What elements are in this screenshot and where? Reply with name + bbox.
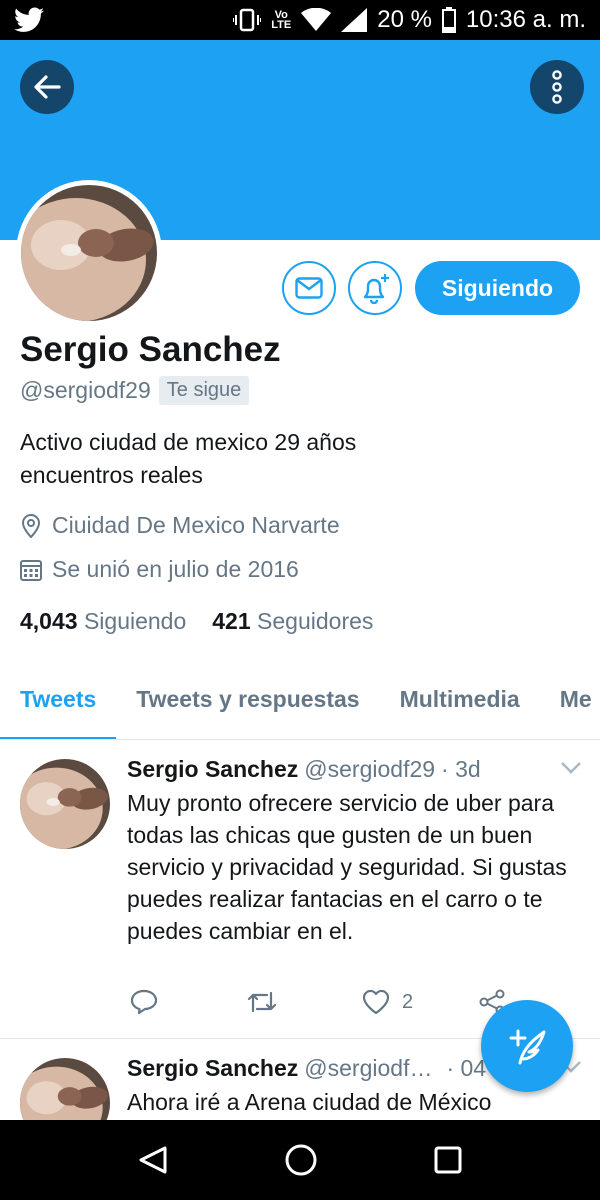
- tab-tweets-replies[interactable]: Tweets y respuestas: [116, 668, 379, 739]
- tweet-author-name: Sergio Sanchez: [127, 1055, 299, 1081]
- clock: 10:36 a. m.: [465, 6, 586, 33]
- bio-line: Activo ciudad de mexico 29 años: [20, 429, 357, 455]
- arrow-left-icon: [34, 75, 61, 99]
- profile-avatar[interactable]: [16, 180, 162, 326]
- retweet-button[interactable]: [246, 989, 362, 1015]
- followers-count: 421: [212, 608, 251, 634]
- profile-name: Sergio Sanchez: [20, 330, 281, 369]
- joined-text: Se unió en julio de 2016: [52, 556, 299, 582]
- tweet-header: Sergio Sanchez @sergiodf29 · 3d: [127, 756, 481, 783]
- system-nav-bar: [0, 1120, 600, 1200]
- battery-icon: [441, 7, 456, 33]
- envelope-icon: [295, 277, 323, 299]
- reply-icon: [130, 989, 158, 1015]
- nav-home-icon[interactable]: [284, 1143, 318, 1177]
- bell-plus-icon: [363, 274, 389, 304]
- profile-bio: Activo ciudad de mexico 29 años encuentr…: [20, 426, 580, 492]
- avatar-image: [20, 759, 110, 849]
- reply-button[interactable]: [130, 989, 246, 1015]
- signal-icon: [341, 8, 368, 32]
- following-count-link[interactable]: 4,043 Siguiendo: [20, 608, 186, 635]
- wifi-icon: [301, 8, 332, 32]
- following-button[interactable]: Siguiendo: [415, 261, 580, 315]
- tweet-avatar[interactable]: [20, 759, 110, 849]
- profile-joined: Se unió en julio de 2016: [20, 556, 299, 583]
- status-bar: Vo LTE 20 % 10:36 a. m.: [0, 0, 600, 40]
- calendar-icon: [20, 559, 42, 581]
- handle-row: @sergiodf29 Te sigue: [20, 376, 250, 405]
- volte-icon: Vo LTE: [271, 10, 292, 31]
- tweet-time: · 3d: [441, 756, 481, 782]
- chevron-down-icon[interactable]: [560, 761, 582, 775]
- tweet-time: · 04: [446, 1055, 487, 1081]
- tweet-avatar[interactable]: [20, 1058, 110, 1120]
- compose-tweet-button[interactable]: [481, 1000, 573, 1092]
- volte-bottom-text: LTE: [271, 19, 292, 31]
- message-button[interactable]: [282, 261, 336, 315]
- more-vertical-icon: [552, 70, 562, 104]
- profile-location: Ciuidad De Mexico Narvarte: [20, 512, 340, 539]
- tab-likes[interactable]: Me: [540, 668, 600, 739]
- like-button[interactable]: 2: [362, 989, 478, 1015]
- avatar-image: [21, 185, 157, 321]
- follow-counts: 4,043 Siguiendo 421 Seguidores: [20, 608, 373, 635]
- tweet-text: Muy pronto ofrecere servicio de uber par…: [127, 790, 567, 944]
- following-count: 4,043: [20, 608, 78, 634]
- tweet[interactable]: Sergio Sanchez @sergiodf29 · 3d Muy pron…: [0, 741, 600, 1039]
- retweet-icon: [247, 991, 277, 1013]
- avatar-image: [20, 1058, 110, 1120]
- compose-feather-icon: [509, 1029, 546, 1065]
- bio-line: encuentros reales: [20, 462, 203, 488]
- heart-icon: [362, 989, 390, 1015]
- back-button[interactable]: [20, 60, 74, 114]
- battery-percent: 20 %: [377, 6, 432, 33]
- location-pin-icon: [21, 513, 41, 538]
- nav-recents-icon[interactable]: [433, 1145, 463, 1175]
- tab-media[interactable]: Multimedia: [380, 668, 540, 739]
- tweet-author-handle: @sergiodf29: [304, 756, 436, 782]
- vibrate-icon: [233, 8, 262, 32]
- followers-label: Seguidores: [257, 608, 374, 634]
- profile-tabs: Tweets Tweets y respuestas Multimedia Me: [0, 668, 600, 740]
- profile-handle: @sergiodf29: [20, 377, 151, 403]
- follows-you-badge: Te sigue: [158, 376, 250, 405]
- nav-back-icon[interactable]: [137, 1144, 169, 1176]
- like-count: 2: [402, 990, 414, 1013]
- following-label: Siguiendo: [83, 608, 187, 634]
- followers-count-link[interactable]: 421 Seguidores: [212, 608, 373, 635]
- twitter-bird-icon: [14, 7, 44, 32]
- tweet-author-handle: @sergiodf…: [304, 1055, 433, 1081]
- tab-tweets[interactable]: Tweets: [0, 668, 117, 739]
- notifications-button[interactable]: [348, 261, 402, 315]
- tweet-author-name: Sergio Sanchez: [127, 756, 299, 782]
- tweet-header: Sergio Sanchez @sergiodf… · 04: [127, 1055, 486, 1082]
- location-text: Ciuidad De Mexico Narvarte: [52, 512, 340, 538]
- more-options-button[interactable]: [530, 60, 584, 114]
